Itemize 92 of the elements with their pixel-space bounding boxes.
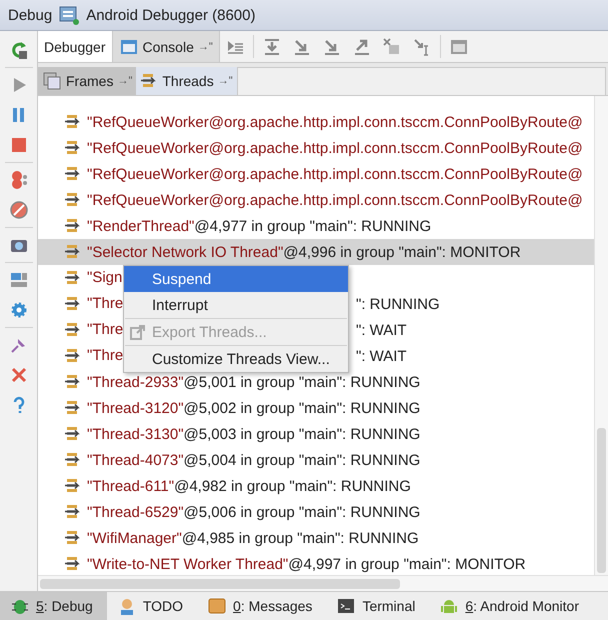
thread-state: ": WAIT [356, 348, 407, 364]
tool-window-tab[interactable]: 0: Messages [197, 592, 326, 620]
thread-icon [64, 555, 82, 573]
thread-details: @4,977 in group "main": RUNNING [194, 218, 432, 234]
messages-icon [207, 596, 228, 616]
export-icon [129, 323, 147, 341]
thread-row[interactable]: "Thread-2933"@5,001 in group "main": RUNNING [38, 369, 594, 395]
thread-row[interactable]: "RefQueueWorker@org.apache.http.impl.conn.tsccm.ConnPoolByRoute@ [38, 135, 594, 161]
layout-icon [8, 270, 28, 290]
thread-row[interactable]: "Thread-4073"@5,004 in group "main": RUNNING [38, 447, 594, 473]
thread-icon [64, 165, 82, 183]
thread-name: "RefQueueWorker@org.apache.http.impl.conn.tsccm.ConnPoolByRoute@ [87, 114, 583, 130]
thread-row[interactable]: "Selector Network IO Thread"@4,996 in group "main": MONITOR [38, 239, 594, 265]
thread-row[interactable]: "Write-to-NET Worker Thread"@4,997 in group "main": MONITOR [38, 551, 594, 575]
thread-icon [64, 269, 82, 287]
thread-name: "RenderThread" [87, 218, 194, 234]
gear-icon [8, 300, 28, 320]
thread-details: @5,003 in group "main": RUNNING [184, 426, 420, 442]
thread-icon [64, 425, 82, 443]
thread-name: "RefQueueWorker@org.apache.http.impl.conn.tsccm.ConnPoolByRoute@ [87, 192, 583, 208]
thread-row[interactable]: "Thread-3130"@5,003 in group "main": RUNNING [38, 421, 594, 447]
thread-name: "RefQueueWorker@org.apache.http.impl.conn.tsccm.ConnPoolByRoute@ [87, 140, 583, 156]
thread-state: ": WAIT [356, 322, 407, 338]
thread-row[interactable]: "Thread-3120"@5,002 in group "main": RUNNING [38, 395, 594, 421]
thread-icon [64, 451, 82, 469]
mute-breakpoints-icon [8, 200, 28, 220]
thread-icon [64, 529, 82, 547]
thread-icon [64, 113, 82, 131]
tab[interactable]: Frames →" [38, 67, 136, 95]
thread-details: @4,997 in group "main": MONITOR [288, 556, 526, 572]
thread-icon [64, 295, 82, 313]
thread-name: "Selector Network IO Thread" [87, 244, 284, 260]
thread-icon [64, 503, 82, 521]
pin-mark: →" [218, 75, 233, 87]
thread-row[interactable]: "RefQueueWorker@org.apache.http.impl.conn.tsccm.ConnPoolByRoute@ [38, 187, 594, 213]
thread-icon [64, 139, 82, 157]
frames-icon [42, 71, 62, 91]
menu-item[interactable]: Suspend [124, 266, 348, 292]
debugger-icon [58, 4, 80, 26]
tool-window-tab[interactable]: 5: Debug [0, 592, 107, 620]
thread-icon [64, 347, 82, 365]
thread-name: "Thread-2933" [87, 374, 184, 390]
thread-details: @4,996 in group "main": MONITOR [283, 244, 521, 260]
thread-details: @4,982 in group "main": RUNNING [174, 478, 411, 494]
thread-row[interactable]: "RefQueueWorker@org.apache.http.impl.conn.tsccm.ConnPoolByRoute@ [38, 109, 594, 135]
tool-window-tab[interactable]: 6: Android Monitor [429, 592, 593, 620]
tab[interactable]: Debugger [38, 31, 112, 62]
thread-details: @5,002 in group "main": RUNNING [184, 400, 420, 416]
thread-icon [64, 191, 82, 209]
thread-name: "Thread-4073" [87, 452, 184, 468]
session-title: Android Debugger (8600) [86, 6, 256, 24]
thread-details: @4,985 in group "main": RUNNING [182, 530, 419, 546]
thread-name: "WifiManager" [87, 530, 182, 546]
thread-row[interactable]: "Thread-611"@4,982 in group "main": RUNNING [38, 473, 594, 499]
thread-icon [64, 243, 82, 261]
thread-row[interactable]: "Thread-6529"@5,006 in group "main": RUNNING [38, 499, 594, 525]
horizontal-scrollbar[interactable] [38, 575, 608, 591]
thread-name: "RefQueueWorker@org.apache.http.impl.conn.tsccm.ConnPoolByRoute@ [87, 166, 583, 182]
pin-mark: →" [198, 40, 213, 52]
vertical-scrollbar[interactable] [594, 96, 608, 575]
thread-row[interactable]: "WifiManager"@4,985 in group "main": RUNNING [38, 525, 594, 551]
thread-name: "Thread-3130" [87, 426, 184, 442]
thread-details: @5,004 in group "main": RUNNING [184, 452, 420, 468]
thread-icon [64, 373, 82, 391]
tool-window-tab[interactable]: TODO [106, 592, 198, 620]
thread-row[interactable]: "RefQueueWorker@org.apache.http.impl.conn.tsccm.ConnPoolByRoute@ [38, 161, 594, 187]
thread-details: @5,001 in group "main": RUNNING [184, 374, 420, 390]
thread-row[interactable]: "RenderThread"@4,977 in group "main": RUNNING [38, 213, 594, 239]
thread-name: "Thre [87, 295, 124, 313]
thread-name: "Write-to-NET Worker Thread" [87, 556, 288, 572]
terminal-icon [336, 596, 356, 616]
thread-name: "Thread-6529" [87, 504, 184, 520]
tab[interactable]: Console →" [112, 31, 220, 62]
menu-item[interactable]: Interrupt [124, 292, 348, 318]
thread-icon [64, 217, 82, 235]
tab[interactable]: Threads →" [136, 67, 237, 95]
tool-window-tab[interactable]: Terminal [326, 592, 430, 620]
menu-item[interactable]: Customize Threads View... [124, 346, 348, 372]
thread-name: "Sign [87, 269, 122, 287]
drop-frame-icon [382, 36, 402, 56]
thread-name: "Thre [87, 321, 124, 339]
pin-mark: →" [117, 75, 132, 87]
thread-icon [64, 477, 82, 495]
thread-details: @5,006 in group "main": RUNNING [184, 504, 420, 520]
thread-state: ": RUNNING [356, 296, 440, 312]
thread-icon [64, 399, 82, 417]
thread-name: "Thread-611" [87, 478, 174, 494]
thread-name: "Thread-3120" [87, 400, 184, 416]
panel-title: Debug [8, 6, 52, 24]
thread-icon [64, 321, 82, 339]
thread-icon [140, 72, 158, 90]
thread-name: "Thre [87, 347, 124, 365]
